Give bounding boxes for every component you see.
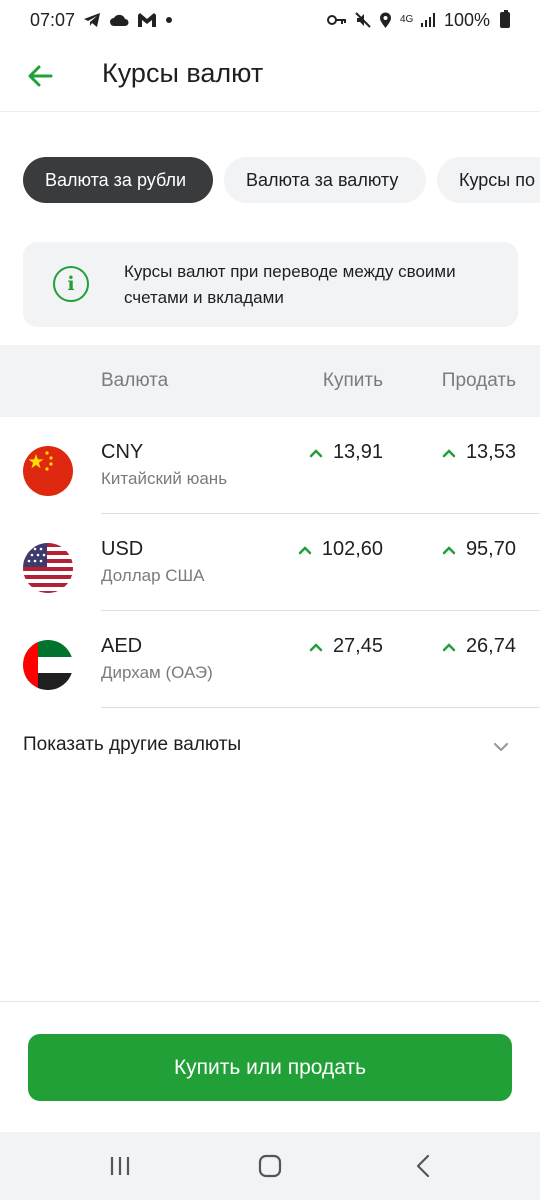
buy-rate: 27,45 [309, 635, 383, 658]
recents-button[interactable] [100, 1152, 140, 1180]
currency-code: AED [101, 635, 143, 657]
mute-icon [355, 12, 371, 28]
status-right: 4G 100% [326, 9, 510, 31]
arrow-up-icon [442, 642, 456, 651]
sell-rate: 13,53 [442, 441, 516, 464]
header-buy: Купить [322, 370, 383, 391]
status-bar: 07:07 4G 100% [0, 0, 540, 40]
system-nav-bar [0, 1132, 540, 1200]
header-currency: Валюта [101, 370, 169, 391]
bottom-divider [0, 1001, 540, 1002]
info-icon: i [53, 266, 89, 302]
table-header: Валюта Купить Продать [0, 345, 540, 417]
sell-rate-value: 13,53 [465, 441, 516, 463]
home-button[interactable] [250, 1152, 290, 1180]
arrow-left-icon [28, 65, 53, 87]
battery-icon [500, 10, 510, 28]
location-icon [379, 12, 391, 28]
arrow-up-icon [442, 545, 456, 554]
arrow-up-icon [309, 448, 323, 457]
status-left: 07:07 [30, 10, 173, 31]
arrow-up-icon [309, 642, 323, 651]
battery-percent: 100% [443, 9, 490, 30]
usa-flag-icon [23, 543, 73, 593]
table-row-usd[interactable]: USD Доллар США 102,60 95,70 [0, 514, 540, 611]
telegram-icon [84, 13, 101, 27]
header-sell: Продать [441, 370, 516, 391]
show-other-currencies[interactable]: Показать другие валюты [0, 720, 540, 774]
filter-chips: Валюта за рубли Валюта за валюту Курсы п… [0, 157, 540, 203]
china-flag-icon [23, 446, 73, 496]
info-text: Курсы валют при переводе между своими сч… [124, 262, 456, 307]
dot-icon [166, 17, 173, 23]
sell-rate-value: 26,74 [465, 635, 516, 657]
table-row-aed[interactable]: AED Дирхам (ОАЭ) 27,45 26,74 [0, 611, 540, 708]
page-title: Курсы валют [102, 58, 264, 88]
key-icon [326, 15, 346, 25]
currency-name: Дирхам (ОАЭ) [101, 663, 213, 682]
back-button[interactable] [22, 58, 58, 94]
sell-rate: 95,70 [442, 538, 516, 561]
app-bar: Курсы валют [0, 40, 540, 112]
gmail-icon [138, 12, 157, 27]
buy-rate-value: 27,45 [332, 635, 383, 657]
chip-currency-for-rubles[interactable]: Валюта за рубли [23, 157, 213, 203]
buy-rate-value: 13,91 [332, 441, 383, 463]
chevron-down-icon [493, 742, 509, 752]
cloud-icon [110, 14, 129, 26]
sell-rate-value: 95,70 [465, 538, 516, 560]
signal-icon [420, 13, 435, 27]
row-divider [101, 707, 540, 708]
info-card: i Курсы валют при переводе между своими … [23, 242, 518, 327]
currency-name: Китайский юань [101, 469, 228, 488]
buy-rate: 13,91 [309, 441, 383, 464]
uae-flag-icon [23, 640, 73, 690]
buy-rate-value: 102,60 [321, 538, 383, 560]
arrow-up-icon [298, 545, 312, 554]
arrow-up-icon [442, 448, 456, 457]
system-back-button[interactable] [403, 1152, 443, 1180]
currency-name: Доллар США [101, 566, 205, 585]
back-icon [416, 1154, 430, 1178]
table-row-cny[interactable]: CNY Китайский юань 13,91 13,53 [0, 417, 540, 514]
home-icon [258, 1154, 282, 1178]
network-4g-icon: 4G [399, 14, 414, 25]
show-more-label: Показать другие валюты [23, 734, 242, 755]
recents-icon [110, 1157, 130, 1175]
currency-code: USD [101, 538, 144, 560]
sell-rate: 26,74 [442, 635, 516, 658]
chip-rates-by[interactable]: Курсы по [437, 157, 540, 203]
status-time: 07:07 [30, 9, 76, 30]
currency-code: CNY [101, 441, 144, 463]
buy-or-sell-button[interactable]: Купить или продать [28, 1034, 512, 1101]
chip-currency-for-currency[interactable]: Валюта за валюту [224, 157, 426, 203]
buy-rate: 102,60 [298, 538, 383, 561]
